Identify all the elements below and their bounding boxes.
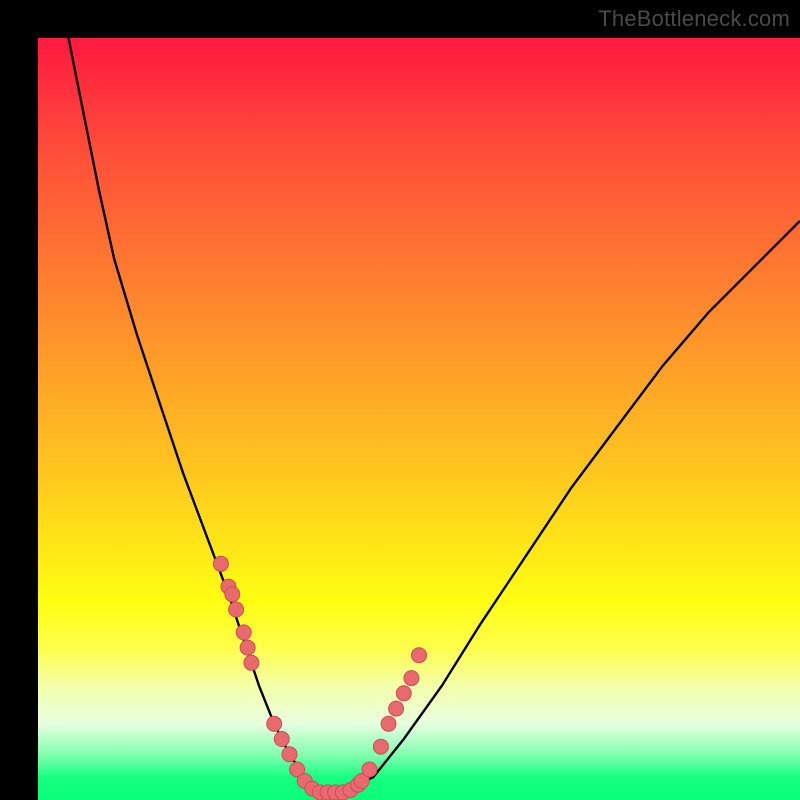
highlight-dot xyxy=(240,640,255,655)
highlight-dot xyxy=(381,716,396,731)
bottleneck-curve xyxy=(69,38,800,792)
highlight-dot xyxy=(412,648,427,663)
highlight-dot xyxy=(213,556,228,571)
chart-svg xyxy=(38,38,800,800)
highlight-dot xyxy=(389,701,404,716)
highlight-dot xyxy=(274,732,289,747)
highlight-dot xyxy=(282,747,297,762)
highlight-dot xyxy=(244,655,259,670)
highlight-dot xyxy=(362,762,377,777)
highlighted-dots-group xyxy=(213,556,426,800)
watermark-text: TheBottleneck.com xyxy=(598,6,790,32)
highlight-dot xyxy=(373,739,388,754)
highlight-dot xyxy=(267,716,282,731)
highlight-dot xyxy=(225,587,240,602)
highlight-dot xyxy=(229,602,244,617)
highlight-dot xyxy=(236,625,251,640)
highlight-dot xyxy=(396,686,411,701)
highlight-dot xyxy=(404,671,419,686)
